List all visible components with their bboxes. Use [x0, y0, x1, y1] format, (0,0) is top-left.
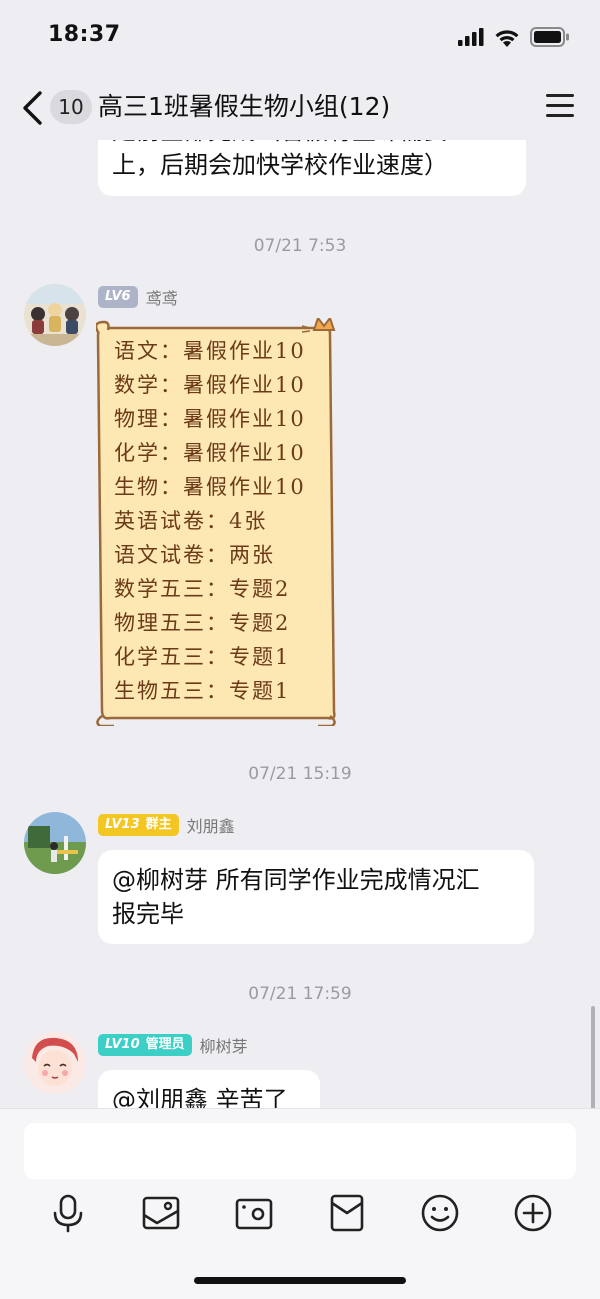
- input-toolbar: [0, 1193, 600, 1233]
- sender-name[interactable]: 刘朋鑫: [187, 813, 235, 837]
- microphone-icon[interactable]: [48, 1193, 88, 1233]
- sender-info: LV10 管理员 柳树芽: [98, 1034, 248, 1056]
- scroll-line: 生物：暑假作业10: [114, 475, 306, 499]
- scrollbar[interactable]: [591, 1006, 595, 1108]
- home-indicator[interactable]: [194, 1277, 406, 1284]
- timestamp: 07/21 7:53: [253, 236, 347, 256]
- status-time: 18:37: [48, 22, 121, 47]
- scroll-line: 语文试卷：两张: [114, 543, 275, 567]
- message-bubble[interactable]: @柳树芽 所有同学作业完成情况汇 报完毕: [98, 850, 534, 944]
- level-badge: LV6: [98, 286, 138, 308]
- red-packet-icon[interactable]: [327, 1193, 367, 1233]
- message-text: @柳树芽 所有同学作业完成情况汇: [112, 866, 480, 894]
- level-number: LV10: [105, 1037, 140, 1052]
- sender-name[interactable]: 柳树芽: [200, 1033, 248, 1057]
- unread-count-badge[interactable]: 10: [50, 90, 92, 124]
- status-icons: [458, 27, 570, 47]
- cellular-signal-icon: [458, 28, 484, 46]
- role-label: 群主: [145, 817, 172, 832]
- scroll-line: 生物五三：专题1: [114, 679, 291, 703]
- message-bubble[interactable]: 定前全部完成（暑假有些课需要 上，后期会加快学校作业速度）: [98, 140, 526, 196]
- scroll-bubble-message[interactable]: 语文：暑假作业10 数学：暑假作业10 物理：暑假作业10 化学：暑假作业10 …: [96, 318, 338, 726]
- status-bar: 18:37: [0, 0, 600, 76]
- sender-name[interactable]: 鸢鸢: [146, 285, 178, 309]
- image-icon[interactable]: [141, 1193, 181, 1233]
- back-icon[interactable]: [18, 90, 48, 126]
- scroll-line: 数学：暑假作业10: [114, 373, 306, 397]
- wifi-icon: [495, 29, 519, 47]
- level-number: LV13: [105, 817, 140, 832]
- scroll-line: 英语试卷：4张: [114, 509, 268, 533]
- avatar[interactable]: [24, 812, 86, 874]
- scroll-line: 化学五三：专题1: [114, 645, 291, 669]
- message-bubble[interactable]: @刘朋鑫 辛苦了: [98, 1070, 320, 1108]
- role-label: 管理员: [145, 1037, 185, 1052]
- message-text: 上，后期会加快学校作业速度）: [112, 151, 448, 179]
- message-text: 定前全部完成（暑假有些课需要: [112, 140, 512, 148]
- input-bar: [0, 1108, 600, 1299]
- level-badge: LV13 群主: [98, 814, 179, 836]
- camera-icon[interactable]: [234, 1193, 274, 1233]
- timestamp: 07/21 15:19: [248, 764, 352, 784]
- emoji-icon[interactable]: [420, 1193, 460, 1233]
- level-badge: LV10 管理员: [98, 1034, 192, 1056]
- avatar[interactable]: [24, 1032, 86, 1094]
- avatar[interactable]: [24, 284, 86, 346]
- battery-icon: [530, 27, 569, 47]
- plus-icon[interactable]: [513, 1193, 553, 1233]
- sender-info: LV6 鸢鸢: [98, 286, 178, 308]
- page-title: 高三1班暑假生物小组(12): [98, 92, 391, 121]
- sender-info: LV13 群主 刘朋鑫: [98, 814, 235, 836]
- scroll-line: 化学：暑假作业10: [114, 441, 306, 465]
- scroll-line: 物理：暑假作业10: [114, 407, 306, 431]
- scroll-line: 语文：暑假作业10: [114, 339, 306, 363]
- chat-message-list[interactable]: 定前全部完成（暑假有些课需要 上，后期会加快学校作业速度） 07/21 7:53…: [0, 140, 600, 1108]
- message-text: @刘朋鑫 辛苦了: [112, 1086, 288, 1108]
- nav-bar: 10 高三1班暑假生物小组(12): [0, 76, 600, 140]
- message-input[interactable]: [24, 1123, 576, 1179]
- scroll-text: 语文：暑假作业10 数学：暑假作业10 物理：暑假作业10 化学：暑假作业10 …: [114, 334, 334, 708]
- scroll-line: 物理五三：专题2: [114, 611, 291, 635]
- message-text: 报完毕: [112, 900, 184, 928]
- timestamp: 07/21 17:59: [248, 984, 352, 1004]
- menu-icon[interactable]: [546, 94, 574, 120]
- scroll-line: 数学五三：专题2: [114, 577, 291, 601]
